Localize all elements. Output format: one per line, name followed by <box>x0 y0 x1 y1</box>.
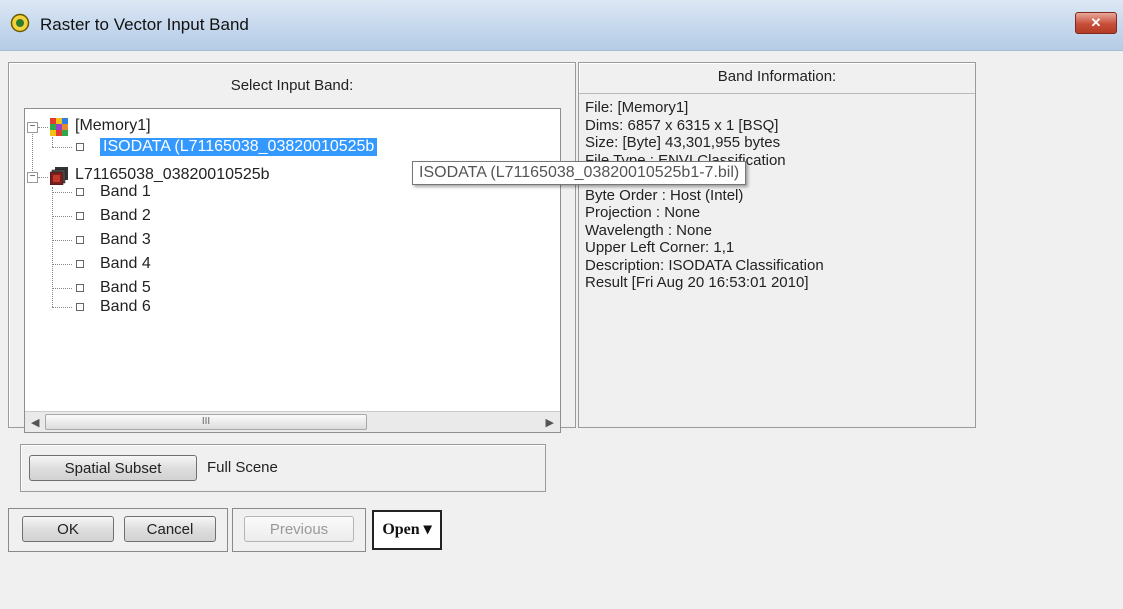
scrollbar-thumb[interactable]: III <box>45 414 367 430</box>
tree-connector <box>52 187 53 307</box>
tree-connector <box>52 240 72 241</box>
tree-connector <box>52 288 72 289</box>
info-line: File: [Memory1] <box>585 99 689 116</box>
tree-item-tooltip: ISODATA (L71165038_03820010525b1-7.bil) <box>412 161 747 185</box>
tree-node-band[interactable]: Band 5 <box>100 279 151 297</box>
leaf-icon <box>76 303 84 311</box>
info-line: Wavelength : None <box>585 221 713 239</box>
collapse-file-icon[interactable]: − <box>27 172 38 183</box>
tree-connector <box>52 216 72 217</box>
subset-value: Full Scene <box>207 459 278 476</box>
tree-connector <box>52 307 72 308</box>
leaf-icon <box>76 212 84 220</box>
tree-node-isodata-selected[interactable]: ISODATA (L71165038_03820010525b <box>100 138 378 156</box>
tree-connector <box>38 177 48 178</box>
tree-node-band[interactable]: Band 2 <box>100 207 151 225</box>
tree-connector <box>32 127 33 177</box>
previous-button[interactable]: Previous <box>244 516 354 542</box>
title-bar: Raster to Vector Input Band ✕ <box>0 0 1123 51</box>
close-icon: ✕ <box>1090 15 1102 30</box>
open-menu-button[interactable]: Open ▾ <box>372 510 442 550</box>
tree-node-band[interactable]: Band 6 <box>100 298 151 316</box>
info-line: Upper Left Corner: 1,1 <box>585 239 735 256</box>
spatial-subset-panel: Spatial Subset Full Scene <box>20 444 546 492</box>
info-line: Size: [Byte] 43,301,955 bytes <box>585 134 781 151</box>
tree-connector <box>52 264 72 265</box>
info-line: Description: ISODATA Classification <box>585 256 824 274</box>
tree-connector <box>38 127 48 128</box>
tree-node-band[interactable]: Band 1 <box>100 183 151 201</box>
raster-file-icon <box>50 167 68 185</box>
leaf-icon <box>76 143 84 151</box>
info-line: Dims: 6857 x 6315 x 1 [BSQ] <box>585 116 779 134</box>
cancel-button[interactable]: Cancel <box>124 516 216 542</box>
tree-node-band[interactable]: Band 3 <box>100 231 151 249</box>
ok-button[interactable]: OK <box>22 516 114 542</box>
select-input-band-panel: Select Input Band: − [Memory1] ISODATA (… <box>8 62 576 433</box>
tree-connector <box>52 192 72 193</box>
leaf-icon <box>76 188 84 196</box>
raster-layer-icon <box>50 118 68 136</box>
tree-node-memory1[interactable]: [Memory1] <box>75 117 151 135</box>
leaf-icon <box>76 236 84 244</box>
window-title: Raster to Vector Input Band <box>40 15 249 34</box>
leaf-icon <box>76 284 84 292</box>
band-information-panel: Band Information: File: [Memory1] Dims: … <box>578 62 976 428</box>
tree-connector <box>52 137 53 147</box>
info-line: Byte Order : Host (Intel) <box>585 186 744 204</box>
select-input-band-title: Select Input Band: <box>230 77 354 94</box>
band-information-text: File: [Memory1] Dims: 6857 x 6315 x 1 [B… <box>579 93 975 427</box>
band-information-title: Band Information: <box>717 68 837 85</box>
scroll-right-icon[interactable]: ▶ <box>546 416 554 429</box>
spatial-subset-button[interactable]: Spatial Subset <box>29 455 197 481</box>
scroll-left-icon[interactable]: ◀ <box>31 416 39 429</box>
leaf-icon <box>76 260 84 268</box>
tree-connector <box>52 147 72 148</box>
horizontal-scrollbar[interactable]: ◀ III ▶ <box>25 411 560 432</box>
envi-app-icon <box>10 13 30 33</box>
tree-node-band[interactable]: Band 4 <box>100 255 151 273</box>
collapse-memory-icon[interactable]: − <box>27 122 38 133</box>
tree-node-file[interactable]: L71165038_03820010525b <box>75 166 270 184</box>
band-tree[interactable]: − [Memory1] ISODATA (L71165038_038200105… <box>24 108 561 433</box>
info-line: Result [Fri Aug 20 16:53:01 2010] <box>585 274 809 291</box>
info-line: Projection : None <box>585 204 701 221</box>
close-button[interactable]: ✕ <box>1075 12 1117 34</box>
